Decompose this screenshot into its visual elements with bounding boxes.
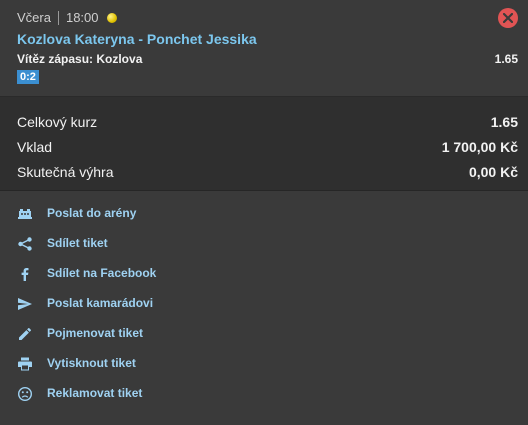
action-label: Pojmenovat tiket	[47, 326, 144, 340]
bet-detail: Včera 18:00 Kozlova Kateryna - Ponchet J…	[0, 0, 528, 97]
total-odds-label: Celkový kurz	[17, 114, 98, 130]
total-odds-row: Celkový kurz 1.65	[17, 114, 518, 134]
send-to-friend-button[interactable]: Poslat kamarádovi	[17, 292, 153, 316]
bet-day: Včera	[17, 10, 51, 25]
rename-ticket-button[interactable]: Pojmenovat tiket	[17, 322, 143, 346]
win-row: Skutečná výhra 0,00 Kč	[17, 164, 518, 184]
win-value: 0,00 Kč	[468, 164, 518, 180]
pencil-icon	[19, 327, 32, 340]
share-facebook-button[interactable]: Sdílet na Facebook	[17, 262, 156, 286]
action-label: Vytisknout tiket	[47, 356, 136, 370]
match-name[interactable]: Kozlova Kateryna - Ponchet Jessika	[17, 31, 257, 47]
print-icon	[18, 357, 32, 371]
action-label: Poslat kamarádovi	[47, 296, 154, 310]
complaint-ticket-button[interactable]: Reklamovat tiket	[17, 382, 142, 406]
total-odds-value: 1.65	[490, 114, 518, 130]
bet-time: Včera 18:00	[17, 10, 117, 25]
action-label: Poslat do arény	[47, 206, 137, 220]
action-label: Sdílet na Facebook	[47, 266, 157, 280]
facebook-icon	[21, 268, 29, 281]
tennis-ball-icon	[106, 12, 117, 23]
bet-odd: 1.65	[494, 52, 518, 66]
share-ticket-button[interactable]: Sdílet tiket	[17, 232, 108, 256]
share-icon	[18, 237, 32, 251]
action-label: Sdílet tiket	[47, 236, 108, 250]
bet-market: Vítěz zápasu: Kozlova	[17, 52, 143, 66]
stake-row: Vklad 1 700,00 Kč	[17, 139, 518, 159]
send-icon	[18, 298, 32, 310]
lost-status-icon	[498, 8, 518, 28]
ticket-summary: Celkový kurz 1.65 Vklad 1 700,00 Kč Skut…	[0, 97, 528, 191]
stake-label: Vklad	[17, 139, 53, 155]
print-ticket-button[interactable]: Vytisknout tiket	[17, 352, 136, 376]
stake-value: 1 700,00 Kč	[441, 139, 518, 155]
win-label: Skutečná výhra	[17, 164, 114, 180]
action-label: Reklamovat tiket	[47, 386, 143, 400]
close-icon	[503, 13, 513, 23]
bet-time-value: 18:00	[65, 10, 99, 25]
sad-face-icon	[17, 386, 33, 402]
arena-icon	[18, 209, 32, 219]
divider	[57, 10, 59, 25]
send-to-arena-button[interactable]: Poslat do arény	[17, 202, 136, 226]
score-badge: 0:2	[17, 70, 39, 84]
